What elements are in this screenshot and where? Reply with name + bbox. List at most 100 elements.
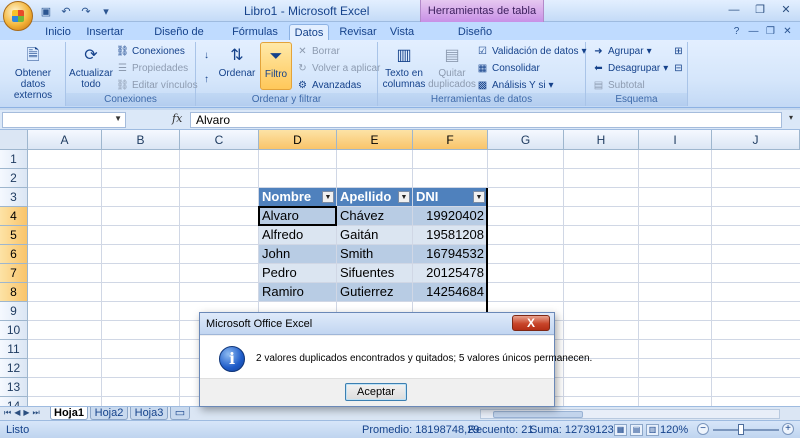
filter-button[interactable]: ⏷ Filtro — [260, 42, 292, 90]
column-header[interactable]: D — [259, 130, 337, 150]
prev-sheet-icon[interactable]: ◀ — [14, 408, 20, 418]
table-cell[interactable]: 19920402 — [413, 207, 487, 225]
row-header[interactable]: 7 — [0, 264, 28, 283]
row-header[interactable]: 12 — [0, 359, 28, 378]
row-header[interactable]: 8 — [0, 283, 28, 302]
row-header[interactable]: 11 — [0, 340, 28, 359]
text-to-columns-button[interactable]: ▥ Texto en columnas — [380, 42, 428, 90]
qat-customize-icon[interactable]: ▾ — [98, 4, 114, 19]
table-cell[interactable]: Alfredo — [259, 226, 336, 244]
ok-button[interactable]: Aceptar — [345, 383, 407, 401]
ribbon-minimize-icon[interactable]: — — [747, 25, 760, 38]
column-header[interactable]: B — [102, 130, 180, 150]
table-cell[interactable]: 20125478 — [413, 264, 487, 282]
tab-inicio[interactable]: Inicio — [40, 24, 76, 40]
sheet-tab-hoja1[interactable]: Hoja1 — [50, 407, 88, 420]
connections-button[interactable]: ⛓ Conexiones — [116, 44, 185, 59]
tab-revisar[interactable]: Revisar — [337, 24, 379, 40]
table-header-cell[interactable]: DNI ▼ — [413, 188, 487, 206]
select-all-corner[interactable] — [0, 130, 28, 150]
column-header[interactable]: J — [712, 130, 800, 150]
table-cell[interactable]: John — [259, 245, 336, 263]
row-header[interactable]: 2 — [0, 169, 28, 188]
table-cell[interactable]: Alvaro — [259, 207, 336, 225]
table-cell[interactable]: Gutierrez — [337, 283, 412, 301]
remove-duplicates-button[interactable]: ▤ Quitar duplicados — [428, 42, 476, 90]
next-sheet-icon[interactable]: ▶ — [23, 408, 29, 418]
table-cell[interactable]: 16794532 — [413, 245, 487, 263]
tab-diseno-pagina[interactable]: Diseño de página — [138, 24, 220, 54]
filter-dropdown-icon[interactable]: ▼ — [398, 191, 410, 203]
normal-view-icon[interactable]: ▦ — [614, 424, 627, 436]
tab-vista[interactable]: Vista — [386, 24, 418, 40]
zoom-in-button[interactable]: + — [782, 423, 794, 435]
ribbon-restore-icon[interactable]: ❐ — [764, 25, 777, 38]
page-break-icon[interactable]: ▥ — [646, 424, 659, 436]
column-header[interactable]: G — [488, 130, 564, 150]
zoom-slider[interactable] — [713, 429, 779, 431]
dialog-close-button[interactable]: X — [512, 315, 550, 331]
minimize-icon[interactable]: — — [722, 1, 746, 18]
sheet-tab-hoja2[interactable]: Hoja2 — [90, 407, 128, 420]
sort-az-button[interactable]: ↓ — [200, 48, 213, 63]
ungroup-button[interactable]: ⬅ Desagrupar ▾ — [592, 61, 668, 76]
table-cell[interactable]: 14254684 — [413, 283, 487, 301]
redo-icon[interactable]: ↷ — [78, 4, 94, 19]
column-header[interactable]: F — [413, 130, 488, 150]
zoom-out-button[interactable]: − — [697, 423, 709, 435]
sheet-tab-hoja3[interactable]: Hoja3 — [130, 407, 168, 420]
consolidate-button[interactable]: ▦ Consolidar — [476, 61, 540, 76]
zoom-slider-thumb[interactable] — [738, 424, 744, 435]
advanced-button[interactable]: ⚙ Avanzadas — [296, 78, 361, 93]
sort-button[interactable]: ⇅ Ordenar — [216, 42, 258, 79]
row-header[interactable]: 9 — [0, 302, 28, 321]
close-icon[interactable]: ✕ — [774, 1, 798, 18]
column-header[interactable]: H — [564, 130, 639, 150]
get-external-data-button[interactable]: 🗎 Obtener datos externos — [2, 42, 64, 101]
undo-icon[interactable]: ↶ — [58, 4, 74, 19]
row-header[interactable]: 6 — [0, 245, 28, 264]
table-cell[interactable]: 19581208 — [413, 226, 487, 244]
tab-formulas[interactable]: Fórmulas — [230, 24, 280, 40]
hide-detail-button[interactable]: ⊟ — [672, 61, 685, 76]
save-icon[interactable]: ▣ — [38, 4, 54, 19]
data-validation-button[interactable]: ☑ Validación de datos ▾ — [476, 44, 587, 59]
last-sheet-icon[interactable]: ⏭ — [33, 408, 40, 418]
column-header[interactable]: C — [180, 130, 259, 150]
row-header[interactable]: 14 — [0, 397, 28, 406]
table-header-cell[interactable]: Apellido ▼ — [337, 188, 412, 206]
zoom-level[interactable]: 120% — [660, 424, 688, 436]
what-if-button[interactable]: ▩ Análisis Y si ▾ — [476, 78, 554, 93]
table-cell[interactable]: Chávez — [337, 207, 412, 225]
refresh-all-button[interactable]: ⟳ Actualizar todo — [68, 42, 114, 90]
name-box[interactable]: ▼ — [2, 112, 126, 128]
subtotal-button[interactable]: ▤ Subtotal — [592, 78, 645, 93]
tab-datos[interactable]: Datos — [289, 24, 329, 40]
row-header[interactable]: 3 — [0, 188, 28, 207]
show-detail-button[interactable]: ⊞ — [672, 44, 685, 59]
filter-dropdown-icon[interactable]: ▼ — [473, 191, 485, 203]
table-cell[interactable]: Pedro — [259, 264, 336, 282]
maximize-icon[interactable]: ❐ — [748, 1, 772, 18]
column-header[interactable]: E — [337, 130, 413, 150]
office-button[interactable] — [3, 1, 33, 31]
reapply-button[interactable]: ↻ Volver a aplicar — [296, 61, 380, 76]
clear-button[interactable]: ✕ Borrar — [296, 44, 340, 59]
insert-function-button[interactable]: fx — [172, 112, 186, 128]
column-header[interactable]: I — [639, 130, 712, 150]
horizontal-scrollbar[interactable] — [480, 409, 780, 419]
insert-sheet-icon[interactable]: ▭ — [170, 407, 190, 420]
table-cell[interactable]: Sifuentes — [337, 264, 412, 282]
formula-expand-icon[interactable]: ▾ — [785, 113, 797, 127]
row-header[interactable]: 5 — [0, 226, 28, 245]
help-icon[interactable]: ? — [730, 25, 743, 38]
row-header[interactable]: 13 — [0, 378, 28, 397]
first-sheet-icon[interactable]: ⏮ — [4, 408, 11, 418]
edit-links-button[interactable]: ⛓ Editar vínculos — [116, 78, 197, 93]
sort-za-button[interactable]: ↑ — [200, 72, 213, 87]
page-layout-icon[interactable]: ▤ — [630, 424, 643, 436]
row-header[interactable]: 10 — [0, 321, 28, 340]
table-cell[interactable]: Ramiro — [259, 283, 336, 301]
row-header[interactable]: 4 — [0, 207, 28, 226]
scrollbar-thumb[interactable] — [493, 411, 583, 418]
